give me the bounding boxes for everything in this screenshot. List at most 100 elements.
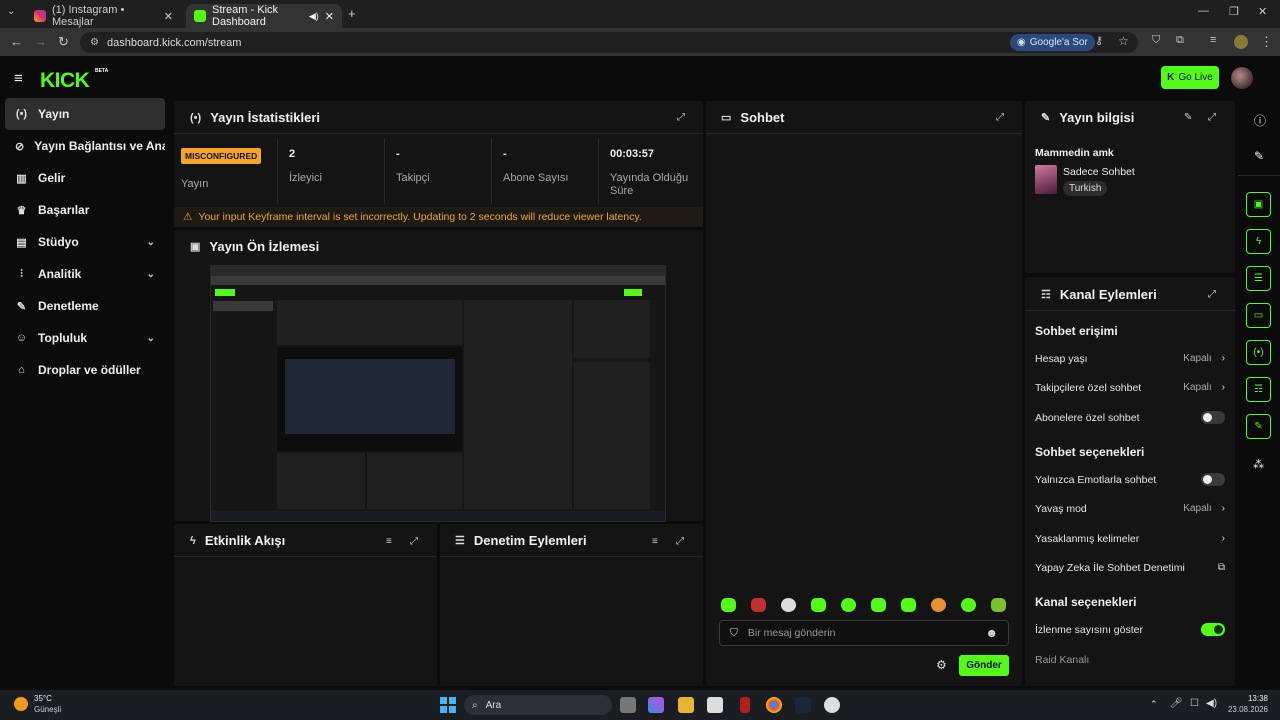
copilot-icon[interactable]	[648, 697, 664, 713]
page-title: Yayın İstatistikleri	[210, 110, 321, 125]
sidebar-item-basarilar[interactable]: ♛ Başarılar	[5, 194, 165, 226]
sidebar-item-analitik[interactable]: ⫶ Analitik ⌄	[5, 258, 165, 290]
raid-channel-row[interactable]: Raid Kanalı	[1035, 652, 1225, 667]
profile-avatar[interactable]	[1234, 35, 1248, 49]
tab-search-icon[interactable]: ⌄	[7, 7, 15, 17]
taskbar-search[interactable]: ⌕ Ara	[464, 695, 612, 715]
stream-preview-video[interactable]	[210, 265, 666, 522]
extensions-icon[interactable]: ⧉	[1176, 35, 1184, 46]
filter-icon[interactable]: ≡	[386, 536, 392, 547]
forward-icon[interactable]: →	[34, 35, 47, 48]
rail-lightning-icon[interactable]: ϟ	[1246, 229, 1271, 254]
windows-start-icon[interactable]	[440, 697, 456, 713]
reload-icon[interactable]: ↻	[58, 35, 69, 48]
rail-more-icon[interactable]: ⁂	[1253, 458, 1264, 471]
kick-logo[interactable]: KICK	[40, 69, 90, 93]
info-icon[interactable]: ⓘ	[1254, 112, 1266, 129]
sidebar-item-yayin[interactable]: (•) Yayın	[5, 98, 165, 130]
volume-icon[interactable]: ◀)	[1206, 698, 1217, 709]
app-icon[interactable]	[824, 697, 840, 713]
clock-time[interactable]: 13:38	[1236, 694, 1268, 703]
emote-icon[interactable]	[841, 598, 856, 612]
user-avatar[interactable]	[1231, 67, 1253, 89]
emote-icon[interactable]	[901, 598, 916, 612]
emoji-icon[interactable]: ☻	[985, 626, 998, 640]
show-viewers-toggle[interactable]	[1201, 623, 1225, 636]
popout-icon[interactable]: ⤢	[996, 112, 1004, 123]
tab-instagram[interactable]: (1) Instagram • Mesajlar ✕	[26, 4, 181, 28]
rail-wrench-icon[interactable]: ✎	[1246, 414, 1271, 439]
shield-icon[interactable]: ⛉	[1152, 35, 1160, 46]
emote-icon[interactable]	[781, 598, 796, 612]
go-live-button[interactable]: K Go Live	[1161, 66, 1219, 89]
sidebar-item-gelir[interactable]: ▥ Gelir	[5, 162, 165, 194]
task-view-icon[interactable]	[620, 697, 636, 713]
followers-only-row[interactable]: Takipçilere özel sohbet Kapalı ›	[1035, 380, 1225, 395]
google-ask-button[interactable]: ◉ Google'a Sor	[1010, 34, 1095, 51]
filter-icon[interactable]: ≡	[652, 536, 658, 547]
rail-channel-icon[interactable]: ☶	[1246, 377, 1271, 402]
new-tab-icon[interactable]: +	[348, 7, 356, 20]
subs-only-toggle[interactable]	[1201, 411, 1225, 424]
close-icon[interactable]: ✕	[325, 10, 334, 23]
store-icon[interactable]	[707, 697, 723, 713]
emote-icon[interactable]	[751, 598, 766, 612]
category-name: Sadece Sohbet	[1063, 166, 1135, 178]
ai-moderation-row[interactable]: Yapay Zeka İle Sohbet Denetimi ⧉	[1035, 560, 1225, 575]
app-icon[interactable]	[740, 697, 750, 713]
media-list-icon[interactable]: ≡	[1210, 35, 1216, 46]
sidebar-item-topluluk[interactable]: ☺ Topluluk ⌄	[5, 322, 165, 354]
chat-settings-gear-icon[interactable]: ⚙	[936, 658, 947, 672]
sidebar-item-stream-key[interactable]: ⊘ Yayın Bağlantısı ve Anahtarı	[5, 130, 165, 162]
chrome-icon[interactable]	[766, 697, 782, 713]
popout-icon[interactable]: ⤢	[1208, 112, 1216, 123]
maximize-icon[interactable]: ❐	[1229, 7, 1239, 18]
chat-message-input[interactable]: ⛉ Bir mesaj gönderin ☻	[719, 620, 1009, 646]
stat-value: -	[396, 148, 400, 160]
weather-temp[interactable]: 35°C	[34, 694, 52, 703]
emote-icon[interactable]	[721, 598, 736, 612]
site-info-icon[interactable]: ⚙	[90, 37, 99, 48]
banned-words-row[interactable]: Yasaklanmış kelimeler ›	[1035, 531, 1225, 546]
steam-icon[interactable]	[795, 697, 811, 713]
bookmark-star-icon[interactable]: ☆	[1118, 35, 1129, 47]
popout-icon[interactable]: ⤢	[410, 536, 418, 547]
emote-icon[interactable]	[811, 598, 826, 612]
popout-icon[interactable]: ⤢	[1208, 289, 1216, 300]
tab-kick-dashboard[interactable]: Stream - Kick Dashboard ◀) ✕	[186, 4, 342, 28]
key-icon[interactable]: ⚷	[1095, 36, 1103, 47]
account-age-row[interactable]: Hesap yaşı Kapalı ›	[1035, 351, 1225, 366]
file-explorer-icon[interactable]	[678, 697, 694, 713]
sidebar-item-studyo[interactable]: ▤ Stüdyo ⌄	[5, 226, 165, 258]
emote-icon[interactable]	[991, 598, 1006, 612]
broadcast-icon: (•)	[15, 108, 28, 120]
tray-overflow-icon[interactable]: ⌃	[1150, 699, 1158, 710]
popout-icon[interactable]: ⤢	[676, 536, 684, 547]
rail-video-icon[interactable]: ▣	[1246, 192, 1271, 217]
rail-chat-icon[interactable]: ▭	[1246, 303, 1271, 328]
sidebar-item-label: Stüdyo	[38, 235, 79, 249]
hamburger-menu-icon[interactable]: ≡	[14, 70, 23, 87]
emote-icon[interactable]	[961, 598, 976, 612]
rail-broadcast-icon[interactable]: (•)	[1246, 340, 1271, 365]
send-button[interactable]: Gönder	[959, 655, 1009, 676]
emote-icon[interactable]	[871, 598, 886, 612]
speaker-icon[interactable]: ◀)	[309, 11, 319, 22]
back-icon[interactable]: ←	[10, 35, 23, 48]
network-icon[interactable]: ☐	[1190, 698, 1199, 709]
popout-icon[interactable]: ⤢	[677, 112, 685, 123]
minimize-icon[interactable]: —	[1198, 6, 1209, 17]
address-bar[interactable]: ⚙ dashboard.kick.com/stream	[80, 32, 1138, 53]
sidebar-item-droplar[interactable]: ⌂ Droplar ve ödüller	[5, 354, 165, 386]
edit-pencil-icon[interactable]: ✎	[1254, 149, 1264, 163]
microphone-icon[interactable]: 🎤︎	[1170, 698, 1183, 709]
window-close-icon[interactable]: ✕	[1258, 7, 1267, 18]
sidebar-item-denetleme[interactable]: ✎ Denetleme	[5, 290, 165, 322]
menu-dots-icon[interactable]: ⋮	[1260, 35, 1273, 48]
close-icon[interactable]: ✕	[164, 10, 173, 23]
rail-list-icon[interactable]: ☰	[1246, 266, 1271, 291]
edit-pencil-icon[interactable]: ✎	[1184, 112, 1192, 123]
emote-only-toggle[interactable]	[1201, 473, 1225, 486]
slow-mode-row[interactable]: Yavaş mod Kapalı ›	[1035, 501, 1225, 516]
emote-icon[interactable]	[931, 598, 946, 612]
